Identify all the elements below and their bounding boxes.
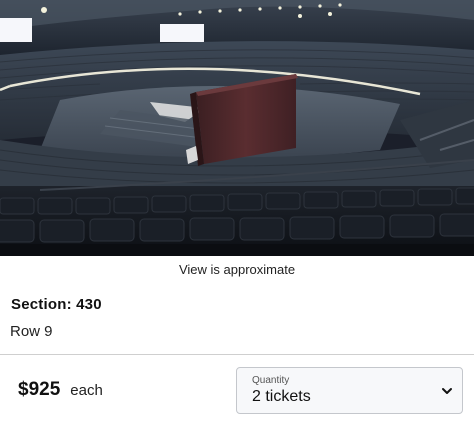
price-unit-label: each [70,382,103,399]
ticket-listing-panel: View is approximate Section: 430 Row 9 $… [0,0,474,428]
row-label: Row 9 [10,323,53,340]
quantity-select[interactable]: Quantity 2 tickets [236,367,463,414]
view-approximate-caption: View is approximate [178,262,296,277]
chevron-down-icon [441,385,453,397]
ticket-price: $925 [18,379,61,400]
section-label: Section: 430 [11,296,102,313]
divider [0,354,474,355]
quantity-label: Quantity [252,375,290,386]
quantity-selected-value: 2 tickets [252,388,311,405]
price-group: $925 each [18,379,103,401]
view-from-seat-image [0,0,474,256]
